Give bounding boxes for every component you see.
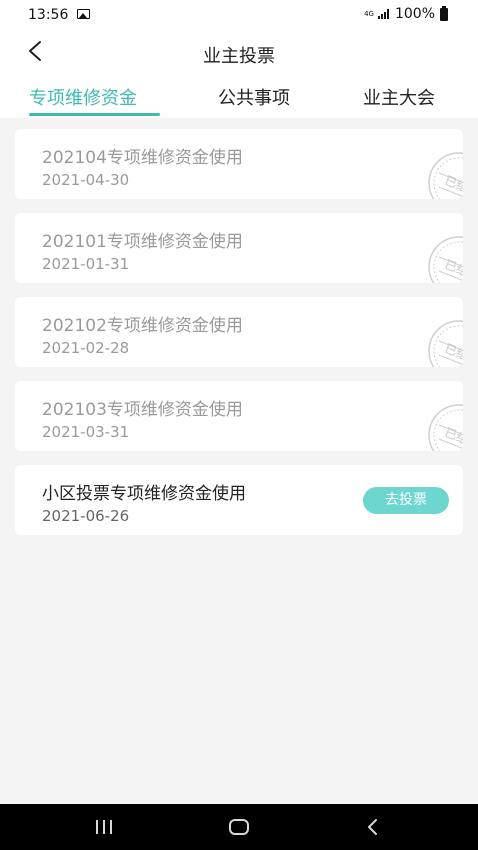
system-nav-bar [0, 804, 478, 850]
item-title: 202101专项维修资金使用 [42, 232, 243, 252]
recent-apps-icon[interactable] [96, 820, 112, 834]
network-type: 4G [364, 9, 374, 18]
page-title: 业主投票 [203, 46, 275, 67]
active-tab-indicator [29, 113, 160, 116]
ended-stamp-icon: 已结束 [428, 152, 463, 199]
item-date: 2021-01-31 [42, 255, 130, 273]
ended-stamp-icon: 已结束 [428, 236, 463, 283]
tab-maintenance-fund[interactable]: 专项维修资金 [29, 84, 137, 110]
tab-bar: 专项维修资金 公共事项 业主大会 [0, 76, 478, 118]
list-item[interactable]: 小区投票专项维修资金使用 2021-06-26 去投票 [15, 465, 463, 535]
list-item[interactable]: 202101专项维修资金使用 2021-01-31 已结束 [15, 213, 463, 283]
tab-public-affairs[interactable]: 公共事项 [218, 84, 290, 110]
item-date: 2021-06-26 [42, 507, 130, 525]
chevron-left-icon [368, 819, 377, 835]
list-item[interactable]: 202102专项维修资金使用 2021-02-28 已结束 [15, 297, 463, 367]
status-bar: 13:56 4G 100% [0, 0, 478, 30]
status-time: 13:56 [28, 7, 69, 23]
item-date: 2021-04-30 [42, 171, 130, 189]
top-panel: 13:56 4G 100% 业主投票 专项维修资金 公共事项 业主大会 [0, 0, 478, 118]
header: 业主投票 [0, 30, 478, 74]
tab-owners-meeting[interactable]: 业主大会 [363, 84, 435, 110]
home-icon[interactable] [229, 819, 249, 835]
signal-icon [377, 9, 389, 19]
battery-level: 100% [394, 6, 435, 22]
item-title: 小区投票专项维修资金使用 [42, 484, 246, 504]
list-item[interactable]: 202103专项维修资金使用 2021-03-31 已结束 [15, 381, 463, 451]
item-date: 2021-03-31 [42, 423, 130, 441]
image-notification-icon [77, 9, 90, 19]
battery-icon [440, 5, 448, 21]
list-item[interactable]: 202104专项维修资金使用 2021-04-30 已结束 [15, 129, 463, 199]
ended-stamp-icon: 已结束 [428, 404, 463, 451]
item-date: 2021-02-28 [42, 339, 130, 357]
item-title: 202104专项维修资金使用 [42, 148, 243, 168]
ended-stamp-icon: 已结束 [428, 320, 463, 367]
go-vote-button[interactable]: 去投票 [363, 487, 449, 514]
item-title: 202103专项维修资金使用 [42, 400, 243, 420]
status-indicators: 4G 100% [364, 5, 448, 22]
item-title: 202102专项维修资金使用 [42, 316, 243, 336]
back-nav-icon[interactable] [366, 818, 380, 840]
